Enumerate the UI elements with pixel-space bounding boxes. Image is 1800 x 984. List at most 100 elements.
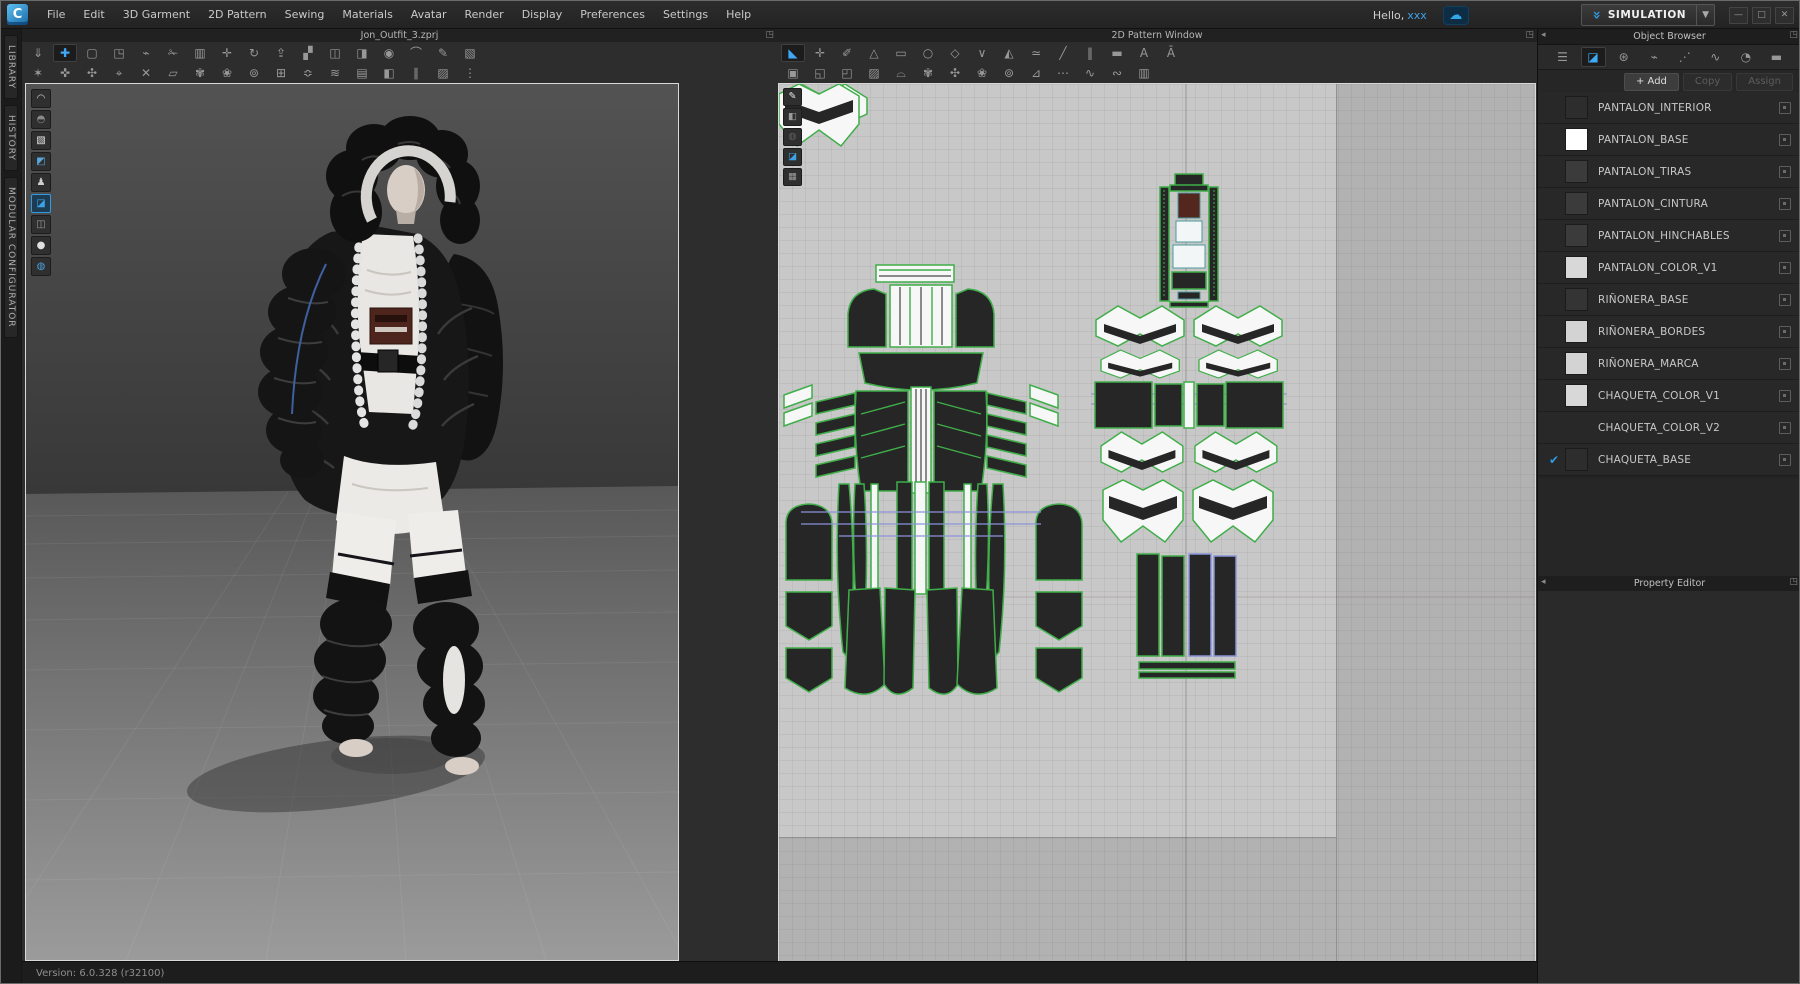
trace-tool-icon[interactable]: ◭ xyxy=(997,44,1021,62)
item-settings-icon[interactable] xyxy=(1779,134,1791,146)
simulation-button[interactable]: » SIMULATION ▼ xyxy=(1581,4,1715,26)
text-tool-icon[interactable]: A xyxy=(1132,44,1156,62)
button-tool-icon[interactable]: ❀ xyxy=(215,64,239,82)
select-rectangle-tool-icon[interactable]: ▢ xyxy=(80,44,104,62)
grid-toggle-icon[interactable]: ▦ xyxy=(783,168,802,186)
close-button[interactable]: ✕ xyxy=(1775,7,1794,24)
object-item[interactable]: PANTALON_TIRAS xyxy=(1538,156,1800,188)
show-hood-icon[interactable]: ◠ xyxy=(31,89,51,108)
puckering-tab-icon[interactable]: ∿ xyxy=(1703,47,1728,67)
flatten-tool-icon[interactable]: ✾ xyxy=(188,64,212,82)
texture-tool-icon[interactable]: ▨ xyxy=(431,64,455,82)
menu-item[interactable]: Sewing xyxy=(276,1,334,29)
object-item[interactable]: CHAQUETA_COLOR_V2 xyxy=(1538,412,1800,444)
fabric-swatch[interactable] xyxy=(1566,385,1587,406)
pattern-fold-icon[interactable]: ▨ xyxy=(862,64,886,82)
minimize-button[interactable]: — xyxy=(1729,7,1748,24)
sew-free-tool-icon[interactable]: ✣ xyxy=(80,64,104,82)
item-settings-icon[interactable] xyxy=(1779,198,1791,210)
edit-texture-2d-icon[interactable]: ✎ xyxy=(783,88,802,106)
polygon-tool-icon[interactable]: △ xyxy=(862,44,886,62)
tape-tab-icon[interactable]: ▬ xyxy=(1764,47,1789,67)
pattern-unfold-icon[interactable]: ◰ xyxy=(835,64,859,82)
zipper-tab-icon[interactable]: ⌁ xyxy=(1642,47,1667,67)
property-editor-titlebar[interactable]: ◂ Property Editor ◳ xyxy=(1538,576,1800,592)
app-logo[interactable]: C xyxy=(7,4,28,25)
fabric-swatch[interactable] xyxy=(1566,353,1587,374)
shirt-display-icon[interactable]: ◨ xyxy=(350,44,374,62)
transform-pattern-2d-icon[interactable]: ◣ xyxy=(781,44,805,62)
object-item[interactable]: RIÑONERA_MARCA xyxy=(1538,348,1800,380)
assign-fabric-button[interactable]: Assign xyxy=(1736,73,1793,91)
item-settings-icon[interactable] xyxy=(1779,166,1791,178)
garment-window-titlebar[interactable]: Jon_Outfit_3.zprj ◳ xyxy=(22,29,777,43)
show-3d-overlay-icon[interactable]: ◍ xyxy=(783,128,802,146)
object-item[interactable]: RIÑONERA_BASE xyxy=(1538,284,1800,316)
dock-tab[interactable]: LIBRARY xyxy=(4,35,18,99)
fabric-swatch[interactable] xyxy=(1566,289,1587,310)
object-item[interactable]: RIÑONERA_BORDES xyxy=(1538,316,1800,348)
show-shirt-sim-icon[interactable]: ◩ xyxy=(31,152,51,171)
float-panel-icon[interactable]: ◳ xyxy=(1789,576,1798,589)
object-item[interactable]: PANTALON_BASE xyxy=(1538,124,1800,156)
wrinkle-tool-icon[interactable]: ≋ xyxy=(323,64,347,82)
menu-item[interactable]: Render xyxy=(456,1,513,29)
restore-button[interactable]: □ xyxy=(1752,7,1771,24)
fabric-a-icon[interactable]: ▤ xyxy=(350,64,374,82)
show-globe-icon[interactable]: ◍ xyxy=(31,257,51,276)
strip-tool-icon[interactable]: ∥ xyxy=(404,64,428,82)
avatar-fit-icon[interactable]: ◉ xyxy=(377,44,401,62)
dock-tab[interactable]: MODULAR CONFIGURATOR xyxy=(4,177,18,338)
show-head-icon[interactable]: ● xyxy=(31,236,51,255)
edit-point-tool-icon[interactable]: ✐ xyxy=(835,44,859,62)
cloud-account-icon[interactable]: ☁ xyxy=(1443,6,1469,25)
vest-display-icon[interactable]: ◫ xyxy=(323,44,347,62)
item-settings-icon[interactable] xyxy=(1779,262,1791,274)
pattern-mirror-icon[interactable]: ◱ xyxy=(808,64,832,82)
menu-item[interactable]: Avatar xyxy=(402,1,456,29)
tape-measure-icon[interactable]: ⌒ xyxy=(404,44,428,62)
pattern-window-titlebar[interactable]: 2D Pattern Window ◳ xyxy=(777,29,1537,43)
trim-tab-icon[interactable]: ◔ xyxy=(1733,47,1758,67)
panel-collapse-icon[interactable]: ◂ xyxy=(1541,576,1546,589)
baseline-tool-icon[interactable]: ⋯ xyxy=(1051,64,1075,82)
pen-3d-tool-icon[interactable]: ✎ xyxy=(431,44,455,62)
object-item[interactable]: PANTALON_COLOR_V1 xyxy=(1538,252,1800,284)
notch-tool-icon[interactable]: ∨ xyxy=(970,44,994,62)
shirring-tool-icon[interactable]: ∾ xyxy=(1105,64,1129,82)
show-avatar-bust-icon[interactable]: ♟ xyxy=(31,173,51,192)
fold-arrange-tool-icon[interactable]: ▱ xyxy=(161,64,185,82)
garment-texture-icon[interactable]: ▧ xyxy=(458,44,482,62)
dock-tab[interactable]: HISTORY xyxy=(4,105,18,171)
untack-tool-icon[interactable]: ✕ xyxy=(134,64,158,82)
fabric-swatch[interactable] xyxy=(1566,225,1587,246)
dart-tool-icon[interactable]: ◇ xyxy=(943,44,967,62)
show-fabric-icon[interactable]: ◪ xyxy=(31,194,51,213)
fabric-swatch[interactable] xyxy=(1566,161,1587,182)
transform-pattern-tool-icon[interactable]: ◳ xyxy=(107,44,131,62)
button-2d-icon[interactable]: ❀ xyxy=(970,64,994,82)
export-pose-icon[interactable]: ⇪ xyxy=(269,44,293,62)
button-tab-icon[interactable]: ⊛ xyxy=(1611,47,1636,67)
item-settings-icon[interactable] xyxy=(1779,390,1791,402)
stitch-3d-tool-icon[interactable]: ≎ xyxy=(296,64,320,82)
menu-item[interactable]: Help xyxy=(717,1,760,29)
list-view-icon[interactable]: ☰ xyxy=(1550,47,1575,67)
show-jacket-icon[interactable]: ◓ xyxy=(31,110,51,129)
pattern-outline-icon[interactable]: ◧ xyxy=(783,108,802,126)
copy-fabric-button[interactable]: Copy xyxy=(1683,73,1732,91)
show-fold-icon[interactable]: ◫ xyxy=(31,215,51,234)
float-window-icon[interactable]: ◳ xyxy=(765,29,774,42)
pattern-cluster-jacket[interactable] xyxy=(784,265,1082,694)
object-item[interactable]: PANTALON_INTERIOR xyxy=(1538,92,1800,124)
fabric-swatch[interactable] xyxy=(1566,321,1587,342)
object-item[interactable]: CHAQUETA_COLOR_V1 xyxy=(1538,380,1800,412)
internal-line-tool-icon[interactable]: ╱ xyxy=(1051,44,1075,62)
fabric-swatch[interactable] xyxy=(1566,193,1587,214)
annotation-tool-icon[interactable]: Ā xyxy=(1159,44,1183,62)
fabric-swatch[interactable] xyxy=(1566,417,1587,438)
item-settings-icon[interactable] xyxy=(1779,230,1791,242)
pin-tool-icon[interactable]: ✛ xyxy=(215,44,239,62)
sewing-seam-tool-icon[interactable]: ✁ xyxy=(161,44,185,62)
show-shirt-icon[interactable]: ▧ xyxy=(31,131,51,150)
